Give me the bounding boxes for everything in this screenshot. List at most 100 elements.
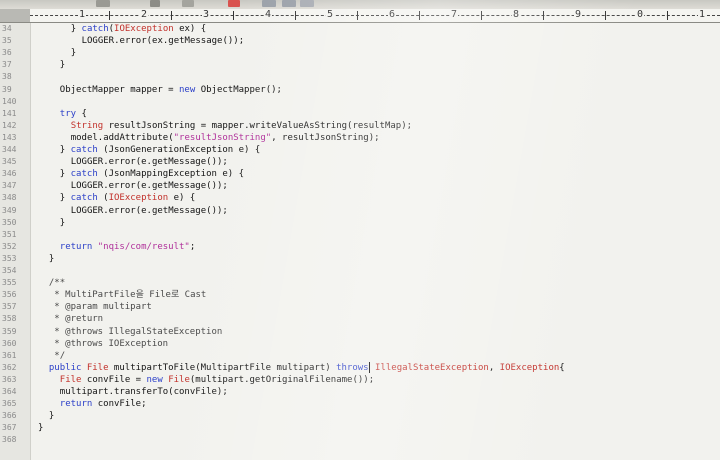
code-text[interactable]: String resultJsonString = mapper.writeVa… <box>71 120 412 132</box>
code-text[interactable]: } <box>60 217 65 229</box>
ruler-tick <box>481 11 482 20</box>
code-token: ex) { <box>173 24 207 34</box>
code-line: 39 ObjectMapper mapper = new ObjectMapper… <box>0 84 720 96</box>
code-token: return <box>59 241 93 252</box>
code-text[interactable]: } <box>60 59 65 71</box>
code-token: , <box>488 362 500 373</box>
code-token: } <box>59 145 71 155</box>
code-token: { <box>559 362 565 373</box>
ruler-mark: 0 <box>636 9 645 20</box>
code-token: "nqis/com/result" <box>97 241 190 252</box>
code-token: String <box>70 120 104 131</box>
code-token: } <box>48 253 55 264</box>
code-text[interactable]: } <box>38 422 43 434</box>
ruler-mark: 7 <box>450 9 459 20</box>
code-text[interactable]: try { <box>60 108 87 120</box>
code-token: public <box>48 362 82 373</box>
toolbar-button-icon[interactable] <box>262 0 276 7</box>
code-text[interactable]: return convFile; <box>60 398 147 410</box>
code-editor-window: 12345678901 34} catch(IOException ex) {3… <box>0 0 720 460</box>
code-line: 348} catch (IOException e) { <box>0 192 720 204</box>
code-token: multipart.transferTo(convFile); <box>59 387 228 397</box>
code-line: 141 try { <box>0 108 720 120</box>
code-text[interactable]: } catch(IOException ex) { <box>71 23 206 35</box>
toolbar <box>0 0 720 9</box>
code-token: convFile; <box>92 399 147 410</box>
line-number: 361 <box>2 350 17 360</box>
line-number: 140 <box>2 96 17 106</box>
code-token: IOException <box>114 24 174 34</box>
ruler-mark: 9 <box>574 9 583 20</box>
code-text[interactable]: } <box>71 47 76 59</box>
code-token: multipartToFile(MultipartFile multipart) <box>108 362 337 373</box>
code-text[interactable]: ObjectMapper mapper = new ObjectMapper()… <box>60 84 282 96</box>
ruler-tick <box>605 11 606 20</box>
code-line: 347 LOGGER.error(e.getMessage()); <box>0 180 720 192</box>
line-number: 356 <box>2 290 17 300</box>
line-number: 37 <box>2 60 12 70</box>
line-number: 346 <box>2 169 17 179</box>
line-number: 354 <box>2 266 17 275</box>
code-text[interactable]: public File multipartToFile(MultipartFil… <box>48 361 565 374</box>
line-number: 359 <box>2 326 17 336</box>
toolbar-button-icon[interactable] <box>300 0 314 7</box>
code-line: 354 <box>0 265 720 277</box>
code-line: 358 * @return <box>0 313 720 325</box>
code-line: 366} <box>0 410 720 422</box>
code-text[interactable]: } catch (IOException e) { <box>60 192 195 204</box>
code-text[interactable]: LOGGER.error(e.getMessage()); <box>71 205 228 217</box>
code-token: (JsonMappingException e) { <box>97 169 245 180</box>
code-text[interactable]: LOGGER.error(ex.getMessage()); <box>82 35 245 47</box>
code-text[interactable]: multipart.transferTo(convFile); <box>60 386 228 398</box>
code-text[interactable]: } catch (JsonGenerationException e) { <box>60 144 261 156</box>
ruler-mark: 6 <box>388 9 397 20</box>
code-text[interactable]: */ <box>49 350 65 362</box>
ruler-baseline <box>30 15 720 16</box>
code-line: 142 String resultJsonString = mapper.writ… <box>0 120 720 132</box>
code-text[interactable]: LOGGER.error(e.getMessage()); <box>71 156 228 168</box>
code-line: 364 multipart.transferTo(convFile); <box>0 386 720 398</box>
line-number: 143 <box>2 132 17 142</box>
line-number: 142 <box>2 120 17 130</box>
code-line: 359 * @throws IllegalStateException <box>0 326 720 338</box>
toolbar-button-icon[interactable] <box>182 0 194 7</box>
code-token: IllegalStateException <box>369 362 489 373</box>
code-token: File <box>168 374 190 385</box>
code-text[interactable]: model.addAttribute("resultJsonString", r… <box>71 132 380 144</box>
code-token: * @throws IllegalStateException <box>48 326 223 337</box>
line-number: 345 <box>2 157 17 167</box>
code-token: new <box>146 374 163 385</box>
code-text[interactable]: * @return <box>49 313 103 325</box>
toolbar-button-icon[interactable] <box>150 0 160 7</box>
code-text[interactable]: } <box>49 410 54 422</box>
code-token: } <box>70 24 82 34</box>
code-token: } <box>70 48 77 59</box>
toolbar-button-icon[interactable] <box>282 0 296 7</box>
close-icon[interactable] <box>228 0 240 7</box>
toolbar-button-icon[interactable] <box>96 0 110 7</box>
code-token: ObjectMapper mapper = <box>59 84 180 95</box>
code-text[interactable]: * @throws IllegalStateException <box>49 326 222 338</box>
code-text[interactable]: } catch (JsonMappingException e) { <box>60 168 244 180</box>
line-number: 355 <box>2 278 17 288</box>
code-line: 361 */ <box>0 350 720 362</box>
code-text[interactable]: /** <box>49 277 65 289</box>
code-token: LOGGER.error(e.getMessage()); <box>70 181 228 192</box>
code-area[interactable]: 34} catch(IOException ex) {35 LOGGER.erro… <box>0 23 720 460</box>
code-token: } <box>59 217 66 228</box>
ruler-mark: 3 <box>202 9 211 20</box>
code-line: 140 <box>0 96 720 108</box>
code-text[interactable]: } <box>49 253 54 265</box>
line-number: 364 <box>2 387 17 396</box>
code-token: */ <box>48 350 66 361</box>
line-number: 368 <box>2 435 17 445</box>
code-text[interactable]: * MultiPartFile을 File로 Cast <box>49 289 206 301</box>
code-text[interactable]: LOGGER.error(e.getMessage()); <box>71 180 228 192</box>
code-text[interactable]: File convFile = new File(multipart.getOr… <box>60 374 374 386</box>
line-number: 35 <box>2 36 12 46</box>
code-text[interactable]: return "nqis/com/result"; <box>60 241 195 253</box>
code-line: 344} catch (JsonGenerationException e) { <box>0 144 720 156</box>
code-text[interactable]: * @param multipart <box>49 301 152 313</box>
ruler-tick <box>357 11 358 20</box>
code-text[interactable]: * @throws IOException <box>49 338 168 350</box>
